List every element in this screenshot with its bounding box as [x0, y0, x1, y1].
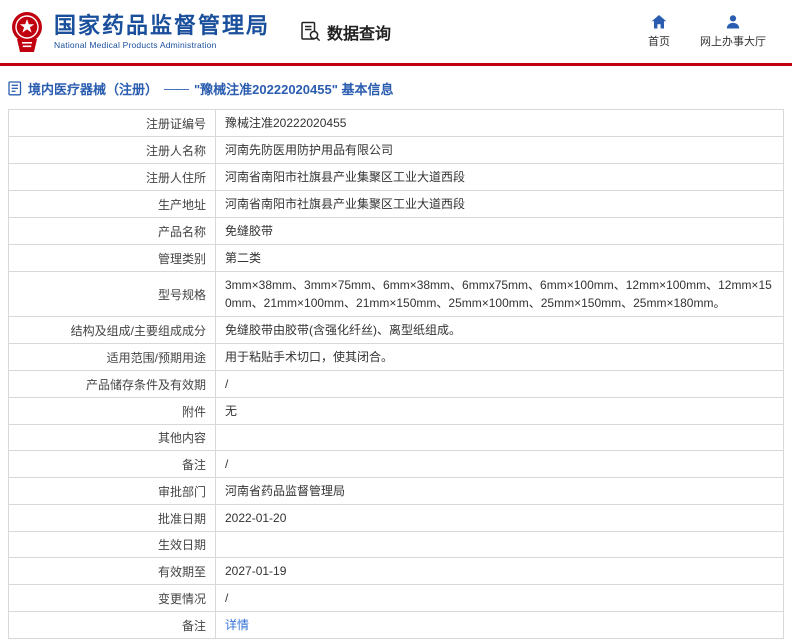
row-label: 变更情况 — [8, 584, 216, 612]
table-row: 附件无 — [8, 397, 784, 425]
person-icon — [725, 14, 741, 30]
table-row: 变更情况 / — [8, 584, 784, 612]
row-value: 河南省南阳市社旗县产业集聚区工业大道西段 — [215, 163, 784, 191]
row-label: 注册人住所 — [8, 163, 216, 191]
row-value: 详情 — [215, 611, 784, 639]
table-row: 备注 / — [8, 450, 784, 478]
agency-name-cn: 国家药品监督管理局 — [54, 12, 271, 38]
row-label: 生效日期 — [8, 531, 216, 558]
row-value: 2027-01-19 — [215, 557, 784, 585]
data-query-label: 数据查询 — [327, 25, 392, 43]
table-row: 注册证编号 豫械注准20222020455 — [8, 109, 784, 137]
table-row: 结构及组成/主要组成成分 免缝胶带由胶带(含强化纤丝)、离型纸组成。 — [8, 316, 784, 344]
agency-titles: 国家药品监督管理局 National Medical Products Admi… — [54, 13, 270, 50]
document-icon — [8, 81, 22, 96]
table-row: 有效期至 2027-01-19 — [8, 557, 784, 585]
table-row: 备注 详情 — [8, 611, 784, 639]
top-nav: 首页 网上办事大厅 — [648, 14, 776, 49]
home-icon — [651, 14, 667, 30]
row-value — [215, 424, 784, 451]
page-title: "豫械注准20222020455" 基本信息 — [194, 82, 394, 97]
row-value: 无 — [215, 397, 784, 425]
nav-item-label: 网上办事大厅 — [700, 36, 766, 48]
row-value: 河南省药品监督管理局 — [215, 477, 784, 505]
table-row: 其他内容 — [8, 424, 784, 451]
data-query-section[interactable]: 数据查询 — [300, 20, 391, 44]
row-label: 附件 — [8, 397, 216, 425]
nav-item-service-hall[interactable]: 网上办事大厅 — [700, 14, 766, 49]
row-label: 备注 — [8, 450, 216, 478]
row-label: 审批部门 — [8, 477, 216, 505]
row-value: 第二类 — [215, 244, 784, 272]
breadcrumb: 境内医疗器械（注册） —— "豫械注准20222020455" 基本信息 — [0, 66, 792, 109]
nmpa-logo[interactable]: 国家药品监督管理局 National Medical Products Admi… — [8, 11, 270, 53]
row-value: 免缝胶带 — [215, 217, 784, 245]
row-value: 河南省南阳市社旗县产业集聚区工业大道西段 — [215, 190, 784, 218]
row-label: 其他内容 — [8, 424, 216, 451]
table-row: 管理类别 第二类 — [8, 244, 784, 272]
row-label: 批准日期 — [8, 504, 216, 532]
row-value: 2022-01-20 — [215, 504, 784, 532]
table-row: 审批部门 河南省药品监督管理局 — [8, 477, 784, 505]
row-label: 备注 — [8, 611, 216, 639]
national-emblem-icon — [8, 11, 46, 53]
row-label: 产品储存条件及有效期 — [8, 370, 216, 398]
breadcrumb-separator: —— — [164, 81, 189, 96]
row-value: / — [215, 370, 784, 398]
row-label: 注册人名称 — [8, 136, 216, 164]
row-label: 注册证编号 — [8, 109, 216, 137]
nav-item-label: 首页 — [648, 36, 670, 48]
row-value: 河南先防医用防护用品有限公司 — [215, 136, 784, 164]
row-label: 结构及组成/主要组成成分 — [8, 316, 216, 344]
row-value: / — [215, 584, 784, 612]
table-row: 产品名称 免缝胶带 — [8, 217, 784, 245]
table-row: 注册人住所 河南省南阳市社旗县产业集聚区工业大道西段 — [8, 163, 784, 191]
table-row: 产品储存条件及有效期 / — [8, 370, 784, 398]
row-value: 豫械注准20222020455 — [215, 109, 784, 137]
details-link[interactable]: 详情 — [225, 618, 249, 632]
table-row: 注册人名称 河南先防医用防护用品有限公司 — [8, 136, 784, 164]
document-search-icon — [300, 21, 321, 42]
row-label: 适用范围/预期用途 — [8, 343, 216, 371]
nav-item-home[interactable]: 首页 — [648, 14, 670, 49]
table-row: 生效日期 — [8, 531, 784, 558]
row-label: 型号规格 — [8, 271, 216, 317]
row-label: 管理类别 — [8, 244, 216, 272]
row-label: 有效期至 — [8, 557, 216, 585]
agency-name-en: National Medical Products Administration — [54, 40, 217, 51]
breadcrumb-section: 境内医疗器械（注册） — [28, 82, 159, 97]
table-row: 批准日期 2022-01-20 — [8, 504, 784, 532]
page-header: 国家药品监督管理局 National Medical Products Admi… — [0, 0, 792, 63]
row-value: / — [215, 450, 784, 478]
registration-info-table: 注册证编号 豫械注准20222020455 注册人名称 河南先防医用防护用品有限公司注… — [8, 109, 784, 639]
row-value: 用于粘贴手术切口，使其闭合。 — [215, 343, 784, 371]
table-row: 型号规格 3mm×38mm、3mm×75mm、6mm×38mm、6mmx75mm、… — [8, 271, 784, 317]
row-label: 生产地址 — [8, 190, 216, 218]
table-row: 适用范围/预期用途 用于粘贴手术切口，使其闭合。 — [8, 343, 784, 371]
row-value — [215, 531, 784, 558]
row-value: 3mm×38mm、3mm×75mm、6mm×38mm、6mmx75mm、6mm×… — [215, 271, 784, 317]
row-label: 产品名称 — [8, 217, 216, 245]
table-row: 生产地址 河南省南阳市社旗县产业集聚区工业大道西段 — [8, 190, 784, 218]
row-value: 免缝胶带由胶带(含强化纤丝)、离型纸组成。 — [215, 316, 784, 344]
